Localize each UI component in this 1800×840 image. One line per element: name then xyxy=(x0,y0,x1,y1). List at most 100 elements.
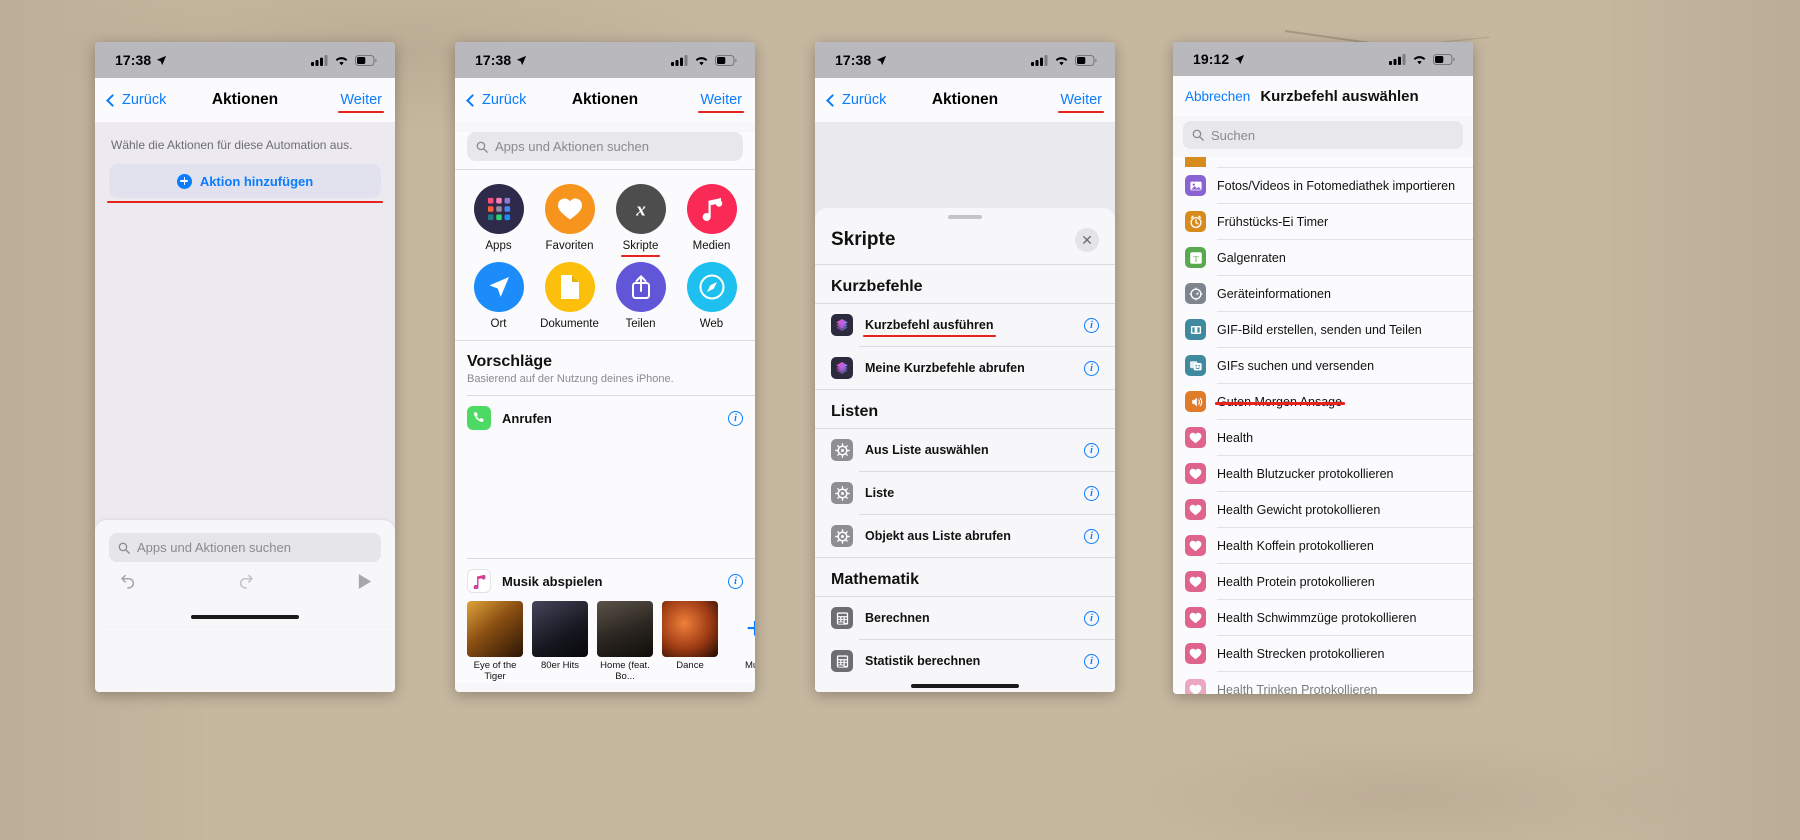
category-dokumente[interactable]: Dokumente xyxy=(534,262,605,330)
redo-icon[interactable] xyxy=(237,571,257,591)
category-teilen[interactable]: Teilen xyxy=(605,262,676,330)
album-artwork xyxy=(662,601,718,657)
category-label: Ort xyxy=(490,318,507,330)
action-row[interactable]: Aus Liste auswählen i xyxy=(815,429,1115,471)
list-item[interactable]: Geräteinformationen xyxy=(1173,276,1473,311)
next-button[interactable]: Weiter xyxy=(338,92,384,113)
add-action-label: Aktion hinzufügen xyxy=(199,173,314,189)
category-ort[interactable]: Ort xyxy=(463,262,534,330)
album-item[interactable]: 80er Hits xyxy=(532,601,588,672)
list-item[interactable]: Health Trinken Protokollieren xyxy=(1173,672,1473,694)
info-icon[interactable]: i xyxy=(1084,360,1099,376)
group-title-mathematik: Mathematik xyxy=(831,571,920,588)
album-item[interactable]: Home (feat. Bo... xyxy=(597,601,653,683)
suggestion-row-musik[interactable]: Musik abspielen i xyxy=(455,559,755,597)
gif-frame-icon xyxy=(1185,319,1206,340)
list-item-highlighted[interactable]: Guten Morgen Ansage xyxy=(1173,384,1473,419)
search-icon xyxy=(118,542,130,554)
list-item[interactable]: Health Strecken protokollieren xyxy=(1173,636,1473,671)
list-item-label: Geräteinformationen xyxy=(1217,286,1331,301)
category-favoriten[interactable]: Favoriten xyxy=(534,184,605,252)
next-button[interactable]: Weiter xyxy=(1058,92,1104,113)
status-time: 17:38 xyxy=(115,52,152,68)
status-left: 17:38 xyxy=(115,52,167,68)
add-action-button[interactable]: Aktion hinzufügen xyxy=(107,164,383,203)
battery-icon xyxy=(715,54,737,66)
category-label: Teilen xyxy=(625,318,656,330)
list-item[interactable]: Health Schwimmzüge protokollieren xyxy=(1173,600,1473,635)
info-icon[interactable]: i xyxy=(1084,442,1099,458)
phone-screenshot-2: 17:38 Zurück Aktionen Weiter Apps und Ak… xyxy=(455,42,755,692)
category-web[interactable]: Web xyxy=(676,262,747,330)
album-item[interactable]: Dance xyxy=(662,601,718,672)
info-icon[interactable]: i xyxy=(1084,485,1099,501)
album-item[interactable]: Eye of the Tiger xyxy=(467,601,523,683)
search-input[interactable]: Suchen xyxy=(1183,121,1463,149)
svg-text:x: x xyxy=(635,200,646,221)
location-arrow-icon xyxy=(1235,54,1245,64)
undo-icon[interactable] xyxy=(117,571,137,591)
info-icon[interactable]: i xyxy=(728,573,743,589)
list-item[interactable]: T Galgenraten xyxy=(1173,240,1473,275)
list-item[interactable]: GIFs suchen und versenden xyxy=(1173,348,1473,383)
list-item[interactable]: GIF-Bild erstellen, senden und Teilen xyxy=(1173,312,1473,347)
action-row[interactable]: Objekt aus Liste abrufen i xyxy=(815,515,1115,557)
list-item[interactable]: Health Koffein protokollieren xyxy=(1173,528,1473,563)
dimmed-backdrop[interactable]: Skripte ✕ Kurzbefehle Kurzbefehl ausführ… xyxy=(815,122,1115,692)
list-item-label: Health Strecken protokollieren xyxy=(1217,646,1385,661)
back-label: Zurück xyxy=(842,92,887,108)
list-item[interactable]: Fotos/Videos in Fotomediathek importiere… xyxy=(1173,168,1473,203)
list-item[interactable]: Health Protein protokollieren xyxy=(1173,564,1473,599)
status-bar: 19:12 xyxy=(1173,42,1473,76)
search-input[interactable]: Apps und Aktionen suchen xyxy=(467,132,743,161)
x-script-icon: x xyxy=(615,184,666,234)
album-carousel[interactable]: Eye of the Tiger 80er Hits Home (feat. B… xyxy=(455,597,755,683)
status-right xyxy=(311,54,377,66)
group-title-listen: Listen xyxy=(831,403,879,420)
list-item-partial[interactable] xyxy=(1173,157,1473,167)
back-button[interactable]: Zurück xyxy=(826,92,887,108)
next-button[interactable]: Weiter xyxy=(698,92,744,113)
device-info-icon xyxy=(1185,283,1206,304)
heart-icon xyxy=(1185,679,1206,694)
list-item[interactable]: Health Blutzucker protokollieren xyxy=(1173,456,1473,491)
category-medien[interactable]: Medien xyxy=(676,184,747,252)
action-row[interactable]: Liste i xyxy=(815,472,1115,514)
close-x-icon[interactable]: ✕ xyxy=(1075,228,1099,252)
category-apps[interactable]: Apps xyxy=(463,184,534,252)
search-placeholder: Suchen xyxy=(1211,127,1256,143)
category-grid: Apps Favoriten x Skripte Medien Ort Doku… xyxy=(455,170,755,340)
action-row[interactable]: Kurzbefehl ausführen i xyxy=(815,304,1115,346)
heart-icon xyxy=(544,184,595,234)
info-icon[interactable]: i xyxy=(1084,528,1099,544)
list-item-label: Fotos/Videos in Fotomediathek importiere… xyxy=(1217,178,1456,193)
info-icon[interactable]: i xyxy=(728,410,743,426)
apple-music-icon xyxy=(467,569,491,593)
list-item-label: Frühstücks-Ei Timer xyxy=(1217,214,1329,229)
action-row[interactable]: Berechnen i xyxy=(815,597,1115,639)
nav-bar: Abbrechen Kurzbefehl auswählen xyxy=(1173,76,1473,116)
gear-icon xyxy=(831,482,853,504)
album-add-item[interactable]: + Musi xyxy=(727,601,755,672)
chevron-left-icon xyxy=(826,93,839,107)
search-input[interactable]: Apps und Aktionen suchen xyxy=(109,533,381,562)
list-item[interactable]: Frühstücks-Ei Timer xyxy=(1173,204,1473,239)
info-icon[interactable]: i xyxy=(1084,610,1099,626)
list-item-label: Guten Morgen Ansage xyxy=(1215,395,1346,409)
speaker-icon xyxy=(1185,391,1206,412)
annotation-underline xyxy=(1215,402,1346,405)
action-row[interactable]: Meine Kurzbefehle abrufen i xyxy=(815,347,1115,389)
back-button[interactable]: Zurück xyxy=(466,92,526,108)
cancel-button[interactable]: Abbrechen xyxy=(1185,89,1250,104)
info-icon[interactable]: i xyxy=(1084,317,1099,333)
list-item[interactable]: Health xyxy=(1173,420,1473,455)
action-row[interactable]: Statistik berechnen i xyxy=(815,640,1115,682)
music-note-icon xyxy=(686,184,737,234)
info-icon[interactable]: i xyxy=(1084,653,1099,669)
play-icon[interactable] xyxy=(356,573,373,590)
suggestion-row-anrufen[interactable]: Anrufen i xyxy=(455,396,755,440)
list-item[interactable]: Health Gewicht protokollieren xyxy=(1173,492,1473,527)
status-left: 17:38 xyxy=(475,52,527,68)
back-button[interactable]: Zurück xyxy=(106,92,166,108)
category-skripte[interactable]: x Skripte xyxy=(605,184,676,257)
